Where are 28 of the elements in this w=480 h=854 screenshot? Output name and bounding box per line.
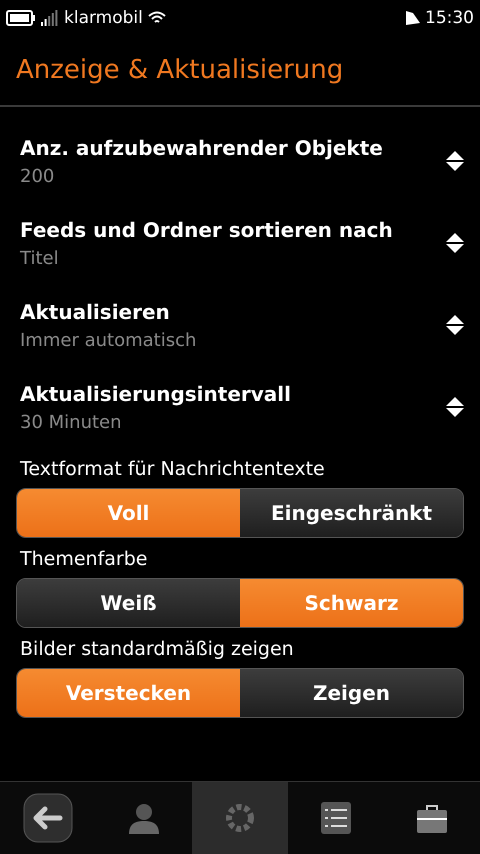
up-down-arrows-icon: [446, 233, 464, 253]
setting-value: 200: [20, 166, 56, 186]
setting-label: Aktualisieren: [20, 300, 171, 324]
briefcase-icon: [417, 803, 447, 833]
carrier-name: klarmobil: [64, 8, 143, 28]
setting-value: Titel: [20, 248, 60, 268]
page-title: Anzeige & Aktualisierung: [16, 55, 344, 85]
battery-icon: [6, 10, 36, 26]
up-down-arrows-icon: [446, 315, 464, 335]
option-label: Bilder standardmäßig zeigen: [20, 638, 295, 660]
settings-icon: [224, 802, 256, 834]
list-icon: [321, 802, 351, 834]
wifi-icon: [148, 10, 166, 24]
clock: 15:30: [425, 8, 474, 28]
segment-button[interactable]: Weiß: [17, 579, 240, 627]
segment-button[interactable]: Eingeschränkt: [240, 489, 463, 537]
option-label: Themenfarbe: [20, 548, 148, 570]
signal-icon: [41, 10, 59, 26]
setting-value: Immer automatisch: [20, 330, 198, 350]
setting-label: Anz. aufzubewahrender Objekte: [20, 136, 384, 160]
up-down-arrows-icon: [446, 151, 464, 171]
setting-value: 30 Minuten: [20, 412, 123, 432]
option-label: Textformat für Nachrichtentexte: [20, 458, 326, 480]
segment-button[interactable]: Zeigen: [240, 669, 463, 717]
setting-label: Aktualisierungsintervall: [20, 382, 292, 406]
setting-label: Feeds und Ordner sortieren nach: [20, 218, 394, 242]
up-down-arrows-icon: [446, 397, 464, 417]
person-icon: [129, 802, 159, 834]
